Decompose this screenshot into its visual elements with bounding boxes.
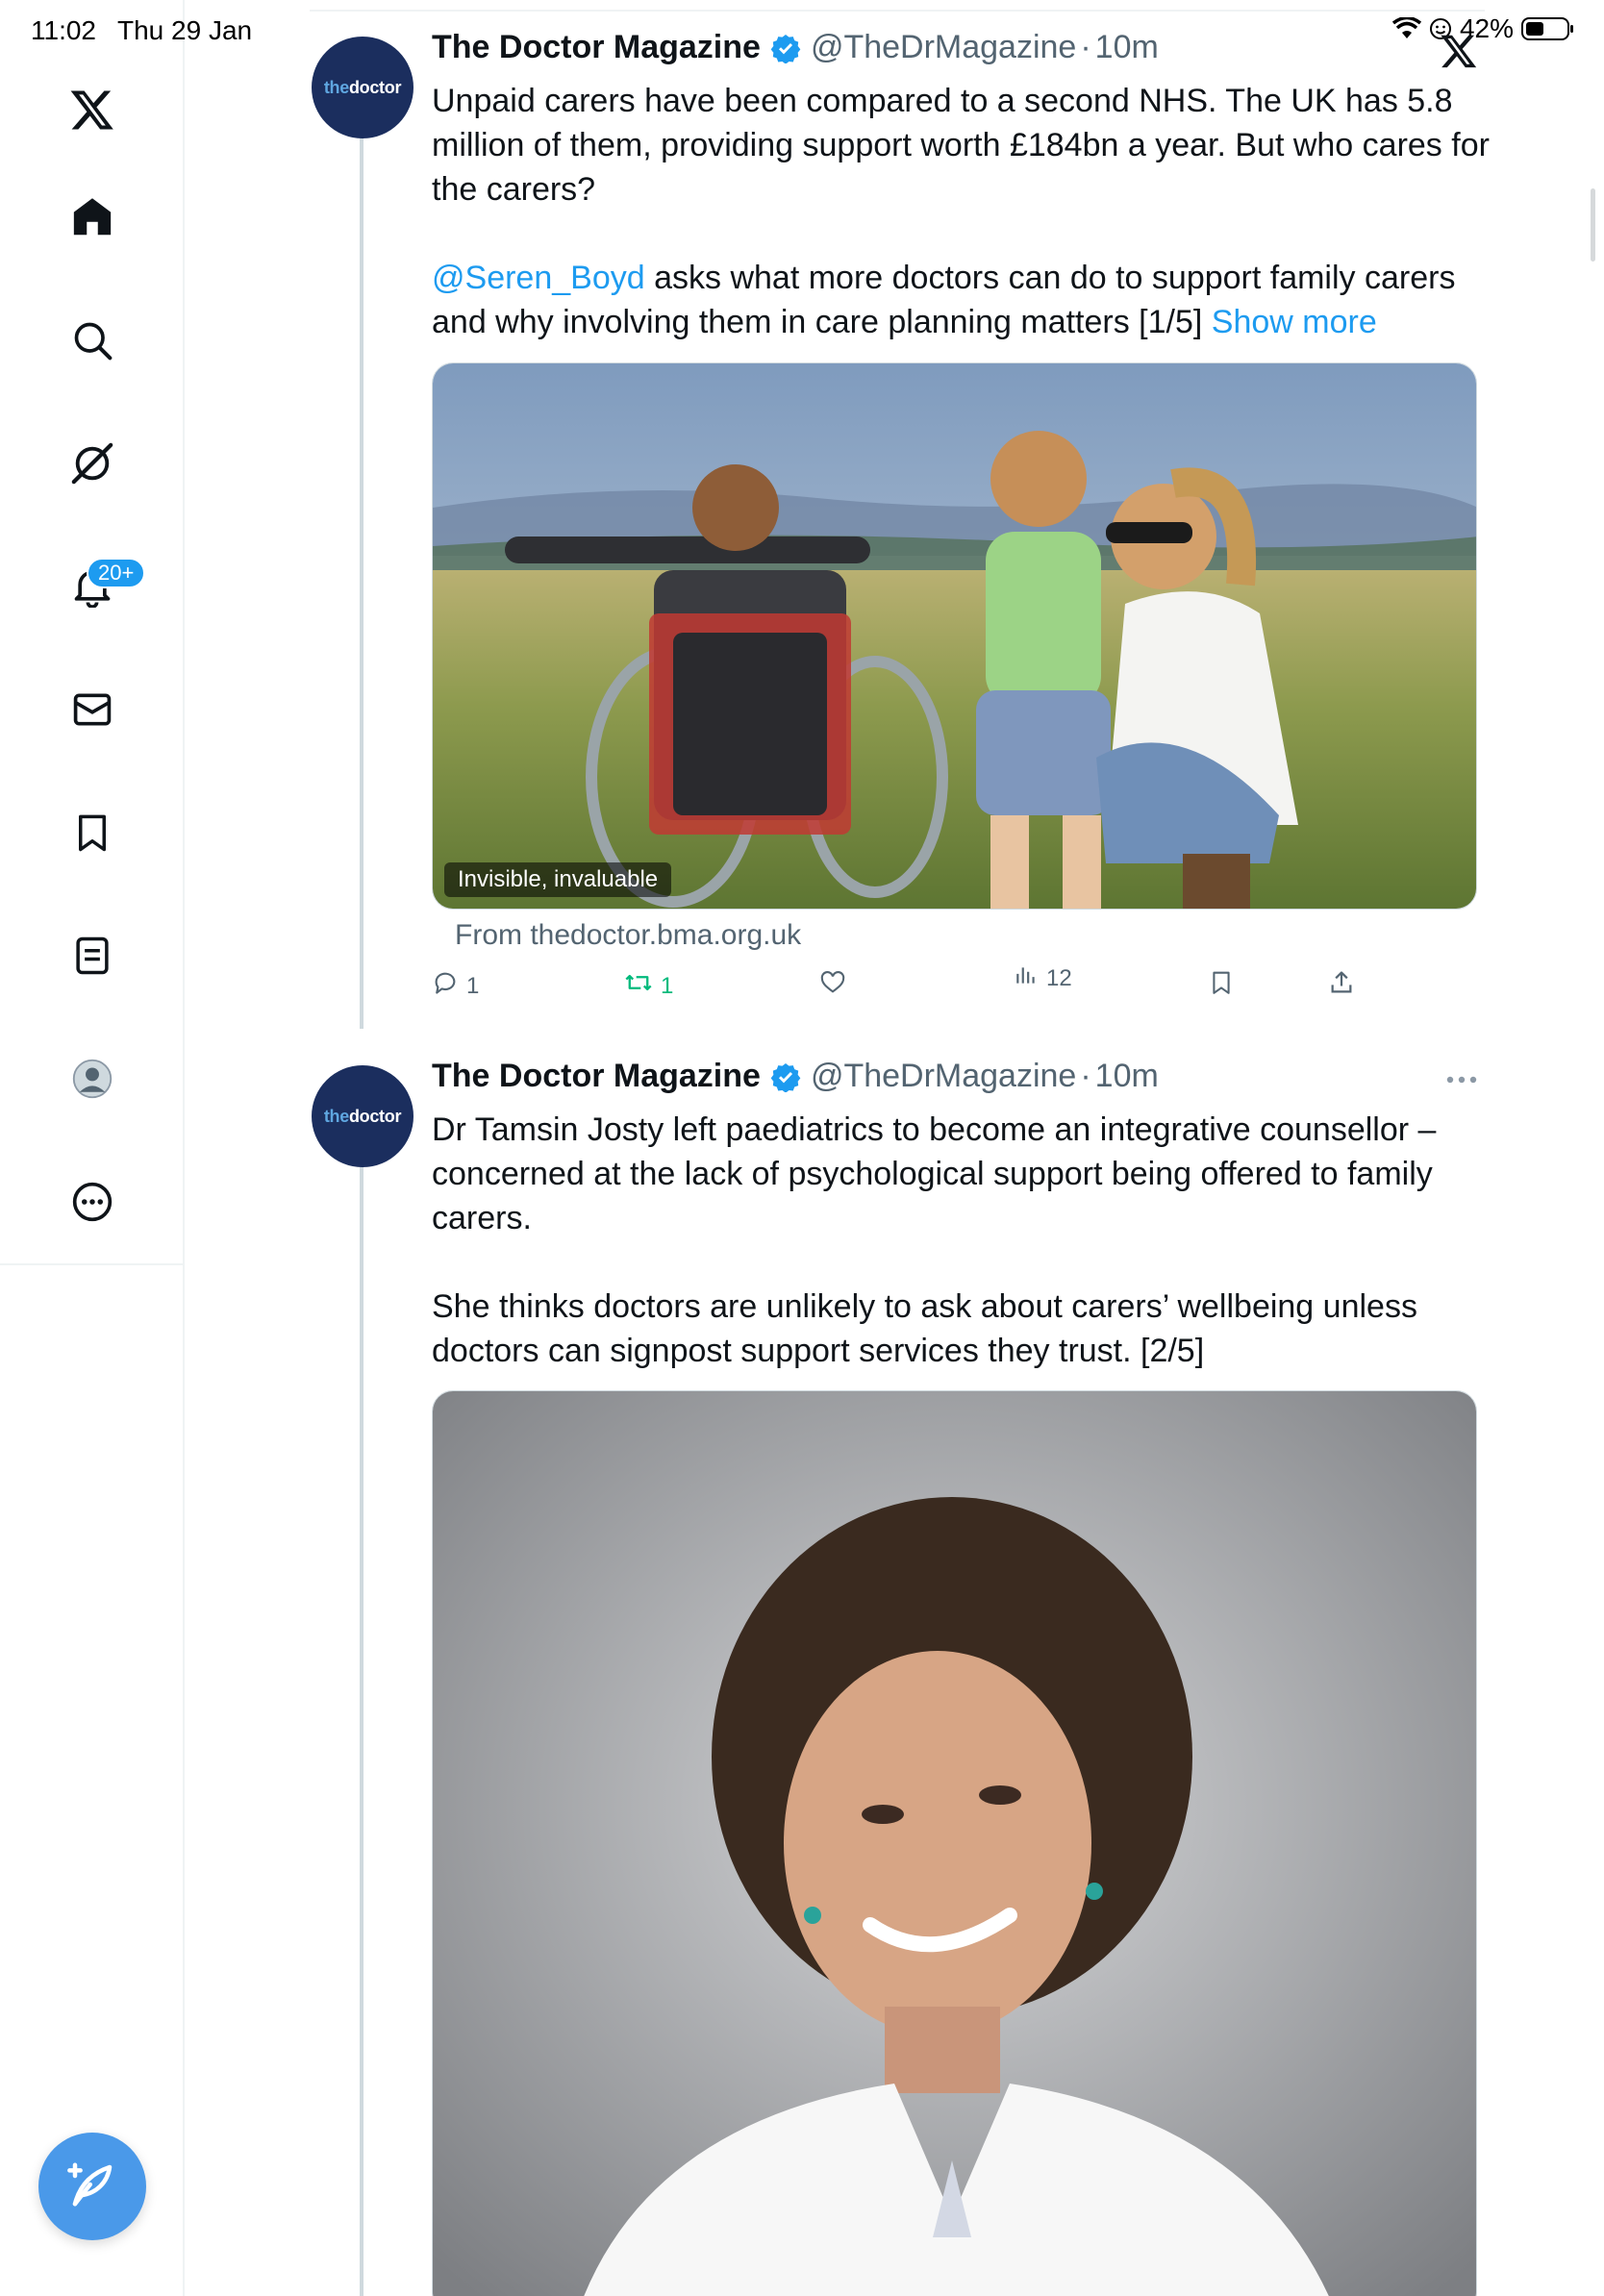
x-logo-icon[interactable]	[58, 75, 127, 144]
photo-carers-family	[433, 363, 1476, 909]
sidebar-item-more[interactable]	[58, 1169, 127, 1238]
author-handle[interactable]: @TheDrMagazine	[811, 1058, 1076, 1095]
status-date: Thu 29 Jan	[117, 15, 253, 45]
battery-icon	[1521, 15, 1575, 42]
separator-dot: ·	[1080, 1058, 1091, 1094]
like-button[interactable]	[819, 969, 846, 1003]
avatar[interactable]: the doctor	[312, 1065, 414, 1167]
tweet-paragraph: Unpaid carers have been compared to a se…	[432, 83, 1490, 208]
share-button[interactable]	[1328, 969, 1355, 1003]
app-page: 11:02 Thu 29 Jan 42% 20+ the doctor The …	[0, 0, 1604, 2296]
envelope-icon	[71, 688, 113, 736]
wifi-icon	[1391, 17, 1421, 40]
tweet-paragraph: @Seren_Boyd asks what more doctors can d…	[432, 256, 1490, 344]
bookmark-button[interactable]	[1209, 969, 1234, 1003]
thread-line	[360, 135, 363, 1029]
views-button[interactable]: 12	[1014, 961, 1072, 995]
tweet-paragraph: Dr Tamsin Josty left paediatrics to beco…	[432, 1111, 1437, 1236]
bookmark-icon	[1209, 969, 1234, 1003]
link-card-image[interactable]: Invisible, invaluable	[432, 362, 1477, 910]
scrollbar[interactable]	[1591, 188, 1595, 262]
link-source[interactable]: From thedoctor.bma.org.uk	[455, 919, 801, 952]
reply-icon	[432, 969, 459, 1003]
repost-count: 1	[661, 972, 674, 999]
mention-link[interactable]: @Seren_Boyd	[432, 260, 645, 296]
views-count: 12	[1046, 964, 1072, 991]
avatar-text-the: the	[323, 77, 349, 97]
profile-icon	[71, 1058, 113, 1105]
sidebar-divider	[0, 1263, 185, 1265]
sidebar-item-grok[interactable]	[58, 431, 127, 500]
show-more-link[interactable]: Show more	[1212, 304, 1377, 340]
avatar-text-the: the	[323, 1106, 349, 1126]
sidebar-item-home[interactable]	[58, 185, 127, 254]
search-icon	[71, 319, 113, 366]
grok-icon	[70, 441, 114, 490]
link-card-caption: Invisible, invaluable	[444, 862, 672, 897]
reply-button[interactable]: 1	[432, 969, 479, 1003]
sidebar: 20+	[0, 0, 185, 2296]
status-time: 11:02	[31, 15, 96, 45]
avatar-text-doctor: doctor	[348, 1106, 402, 1126]
repost-icon	[624, 969, 653, 1003]
share-icon	[1328, 969, 1355, 1003]
list-icon	[72, 936, 113, 981]
author-name[interactable]: The Doctor Magazine	[432, 1058, 761, 1095]
verified-badge-icon	[770, 1061, 801, 1092]
status-bar: 11:02 Thu 29 Jan 42%	[0, 0, 1604, 58]
tweet-paragraph: She thinks doctors are unlikely to ask a…	[432, 1288, 1417, 1369]
repost-button[interactable]: 1	[624, 969, 673, 1003]
photo-portrait	[433, 1391, 1476, 2296]
views-icon	[1014, 961, 1039, 995]
tweet-header: The Doctor Magazine @TheDrMagazine · 10m	[432, 1058, 1159, 1095]
close-icon[interactable]	[1437, 29, 1481, 73]
status-indicators: 42%	[1391, 13, 1575, 44]
tweet-text: Unpaid carers have been compared to a se…	[432, 79, 1490, 344]
heart-icon	[819, 969, 846, 1003]
compose-button[interactable]	[38, 2133, 146, 2240]
tweet-actions: 1 1 12	[432, 965, 1393, 1008]
more-circle-icon	[71, 1181, 113, 1228]
tweet-timestamp[interactable]: 10m	[1095, 1058, 1159, 1095]
sidebar-item-lists[interactable]	[58, 923, 127, 992]
compose-icon	[66, 2159, 118, 2215]
sidebar-item-messages[interactable]	[58, 677, 127, 746]
thread-line	[360, 1163, 363, 2296]
home-icon	[70, 195, 114, 244]
bookmark-icon	[72, 812, 113, 858]
sidebar-item-bookmarks[interactable]	[58, 800, 127, 869]
tweet-image[interactable]	[432, 1390, 1477, 2296]
sidebar-item-explore[interactable]	[58, 308, 127, 377]
avatar-text-doctor: doctor	[348, 77, 402, 97]
tweet-text: Dr Tamsin Josty left paediatrics to beco…	[432, 1108, 1490, 1373]
reply-count: 1	[466, 972, 480, 999]
sidebar-item-profile[interactable]	[58, 1046, 127, 1115]
more-options-icon[interactable]	[1442, 1065, 1481, 1094]
notifications-badge: 20+	[87, 558, 146, 588]
